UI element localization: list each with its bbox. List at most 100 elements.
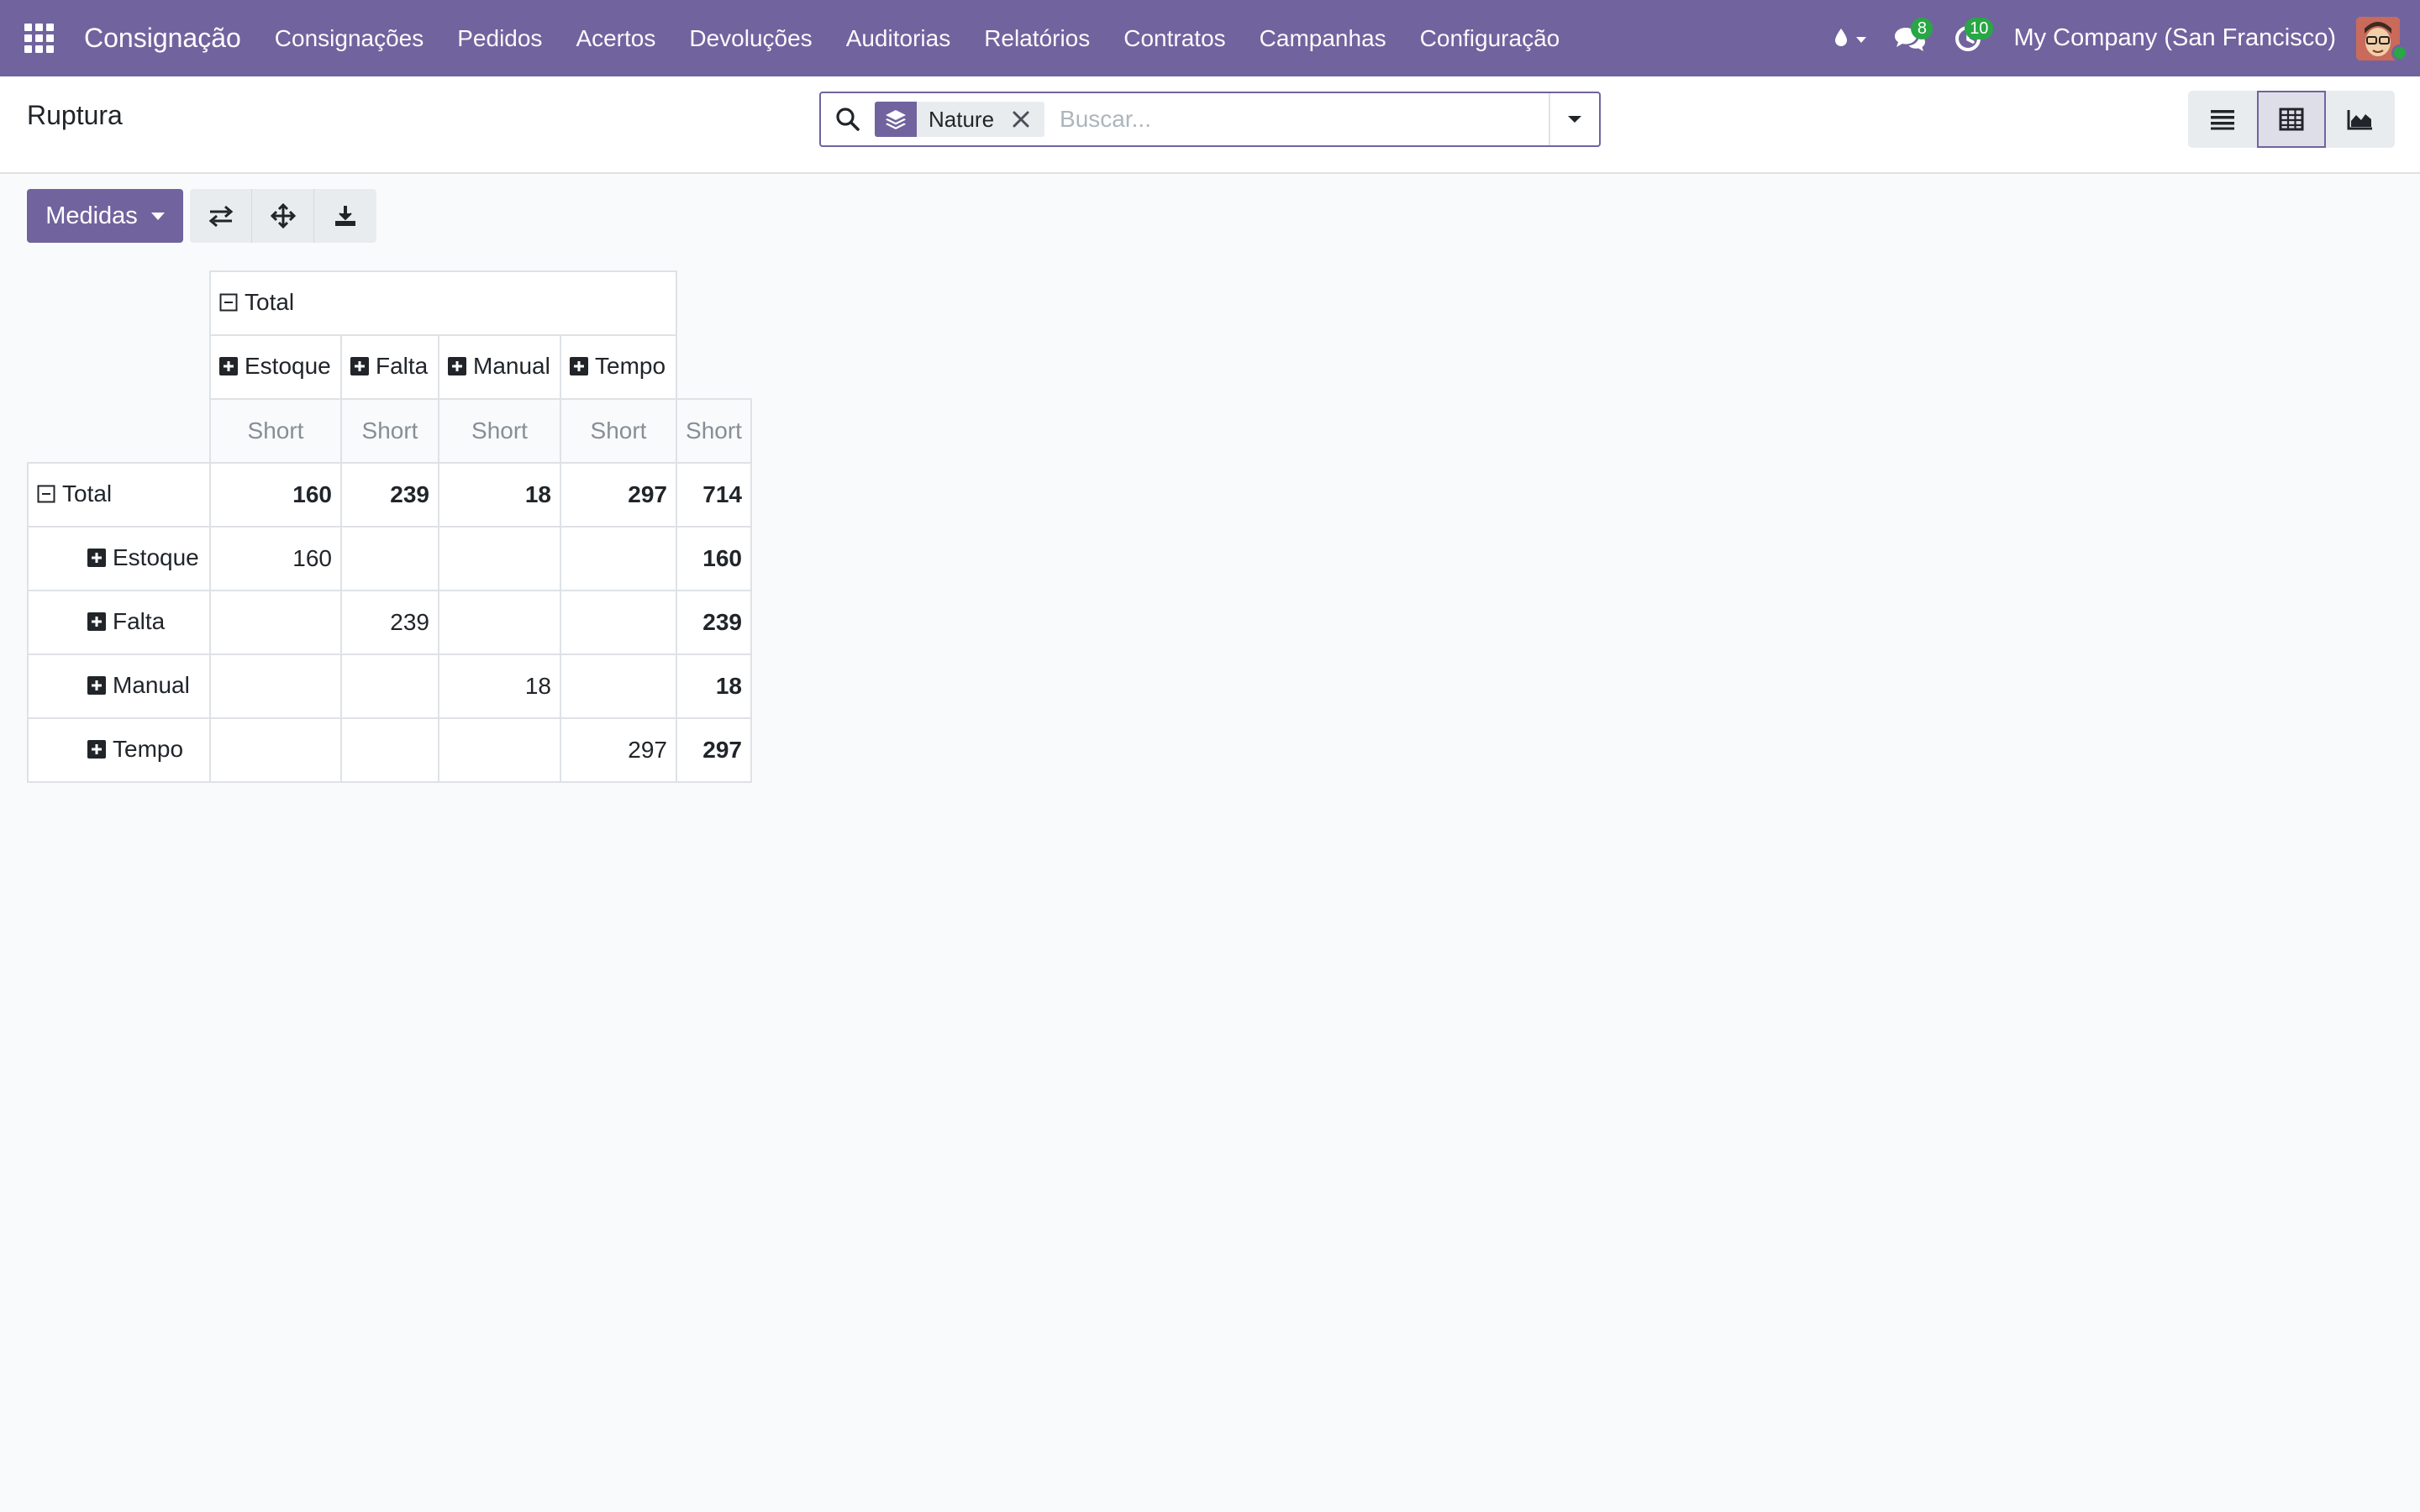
pivot-cell[interactable]: [560, 590, 677, 655]
row-header-tempo[interactable]: Tempo: [27, 717, 211, 783]
col-header-label: Tempo: [595, 353, 666, 379]
pivot-cell[interactable]: [209, 654, 342, 719]
flip-axis-button[interactable]: [190, 189, 252, 243]
breadcrumb: Ruptura: [27, 100, 123, 130]
pivot-cell[interactable]: [560, 654, 677, 719]
table-row: Tempo 297 297: [27, 717, 752, 783]
apps-grid-icon: [24, 24, 54, 53]
measure-header[interactable]: Short: [438, 398, 561, 464]
col-header-total[interactable]: Total: [209, 270, 677, 336]
pivot-cell[interactable]: 239: [340, 590, 439, 655]
menu-item-campanhas[interactable]: Campanhas: [1243, 0, 1403, 76]
pivot-cell-total[interactable]: 160: [676, 526, 752, 591]
caret-down-icon: [150, 212, 165, 220]
user-menu-button[interactable]: [2356, 0, 2408, 76]
menu-item-auditorias[interactable]: Auditorias: [829, 0, 968, 76]
pivot-cell[interactable]: [438, 590, 561, 655]
pivot-cell[interactable]: [340, 717, 439, 783]
menu-item-relatorios[interactable]: Relatórios: [967, 0, 1107, 76]
row-header-label: Total: [62, 480, 113, 507]
pivot-cell[interactable]: 160: [209, 526, 342, 591]
pivot-cell[interactable]: 239: [340, 462, 439, 528]
row-header-falta[interactable]: Falta: [27, 590, 211, 655]
search-facet-groupby: Nature: [875, 102, 1045, 137]
table-row-total: Total 160 239 18 297 714: [27, 462, 752, 528]
app-brand[interactable]: Consignação: [84, 23, 241, 54]
pivot-cell[interactable]: [340, 526, 439, 591]
view-switcher: [2188, 91, 2395, 148]
menu-item-acertos[interactable]: Acertos: [559, 0, 672, 76]
pivot-cell-total[interactable]: 714: [676, 462, 752, 528]
app-menu-button[interactable]: [0, 0, 77, 76]
pivot-cell[interactable]: 297: [560, 717, 677, 783]
layers-icon: [875, 102, 917, 137]
theme-dropdown-button[interactable]: [1820, 0, 1882, 76]
measures-label: Medidas: [45, 202, 138, 229]
pivot-cell[interactable]: [438, 717, 561, 783]
expand-plus-icon: [570, 357, 588, 375]
pivot-cell[interactable]: 18: [438, 654, 561, 719]
navbar-systray: 8 10 My Company (San Francisco): [1820, 0, 2420, 76]
col-header-estoque[interactable]: Estoque: [209, 334, 342, 400]
pivot-cell[interactable]: 18: [438, 462, 561, 528]
pivot-table-container: Total Estoque Falta Manual Tempo Short S…: [27, 270, 752, 783]
pivot-cell[interactable]: [340, 654, 439, 719]
col-header-label: Estoque: [245, 353, 331, 379]
row-header-estoque[interactable]: Estoque: [27, 526, 211, 591]
row-header-manual[interactable]: Manual: [27, 654, 211, 719]
collapse-minus-icon: [37, 485, 55, 503]
expand-plus-icon: [87, 549, 106, 567]
col-header-falta[interactable]: Falta: [340, 334, 439, 400]
expand-all-button[interactable]: [252, 189, 314, 243]
facet-remove-button[interactable]: [1009, 108, 1033, 131]
messages-button[interactable]: 8: [1882, 0, 1938, 76]
pivot-cell-total[interactable]: 18: [676, 654, 752, 719]
top-navbar: Consignação Consignações Pedidos Acertos…: [0, 0, 2420, 76]
water-drop-icon: [1835, 28, 1867, 46]
menu-item-contratos[interactable]: Contratos: [1107, 0, 1242, 76]
pivot-corner: [28, 271, 210, 399]
col-header-label: Manual: [473, 353, 550, 379]
search-input[interactable]: [1044, 94, 1549, 144]
pivot-cell[interactable]: [209, 717, 342, 783]
graph-view-button[interactable]: [2326, 91, 2395, 148]
pivot-cell-total[interactable]: 239: [676, 590, 752, 655]
download-icon: [335, 206, 355, 226]
measure-header[interactable]: Short: [209, 398, 342, 464]
list-icon: [2211, 110, 2234, 130]
list-view-button[interactable]: [2188, 91, 2257, 148]
pivot-cell-total[interactable]: 297: [676, 717, 752, 783]
search-icon: [821, 93, 875, 145]
measures-dropdown-button[interactable]: Medidas: [27, 189, 183, 243]
company-switcher[interactable]: My Company (San Francisco): [1998, 24, 2356, 52]
pivot-corner-right: [676, 335, 751, 399]
area-chart-icon: [2347, 110, 2372, 130]
expand-plus-icon: [87, 676, 106, 695]
pivot-cell[interactable]: 297: [560, 462, 677, 528]
menu-item-consignacoes[interactable]: Consignações: [258, 0, 440, 76]
download-button[interactable]: [314, 189, 376, 243]
pivot-cell[interactable]: [438, 526, 561, 591]
search-options-toggle[interactable]: [1549, 93, 1599, 145]
pivot-cell[interactable]: [209, 590, 342, 655]
row-header-label: Falta: [113, 608, 166, 634]
online-status-dot: [2391, 45, 2408, 61]
messages-count-badge: 8: [1911, 18, 1933, 39]
row-header-total[interactable]: Total: [27, 462, 211, 528]
pivot-view-button[interactable]: [2257, 91, 2326, 148]
menu-item-devolucoes[interactable]: Devoluções: [672, 0, 829, 76]
collapse-minus-icon: [219, 293, 238, 312]
row-header-label: Manual: [113, 672, 190, 698]
measure-header[interactable]: Short: [560, 398, 677, 464]
table-row: Estoque 160 160: [27, 526, 752, 591]
expand-plus-icon: [87, 612, 106, 631]
measure-header[interactable]: Short: [676, 398, 752, 464]
pivot-cell[interactable]: 160: [209, 462, 342, 528]
activities-button[interactable]: 10: [1938, 0, 1998, 76]
menu-item-pedidos[interactable]: Pedidos: [440, 0, 559, 76]
menu-item-configuracao[interactable]: Configuração: [1403, 0, 1577, 76]
pivot-cell[interactable]: [560, 526, 677, 591]
measure-header[interactable]: Short: [340, 398, 439, 464]
col-header-tempo[interactable]: Tempo: [560, 334, 677, 400]
col-header-manual[interactable]: Manual: [438, 334, 561, 400]
